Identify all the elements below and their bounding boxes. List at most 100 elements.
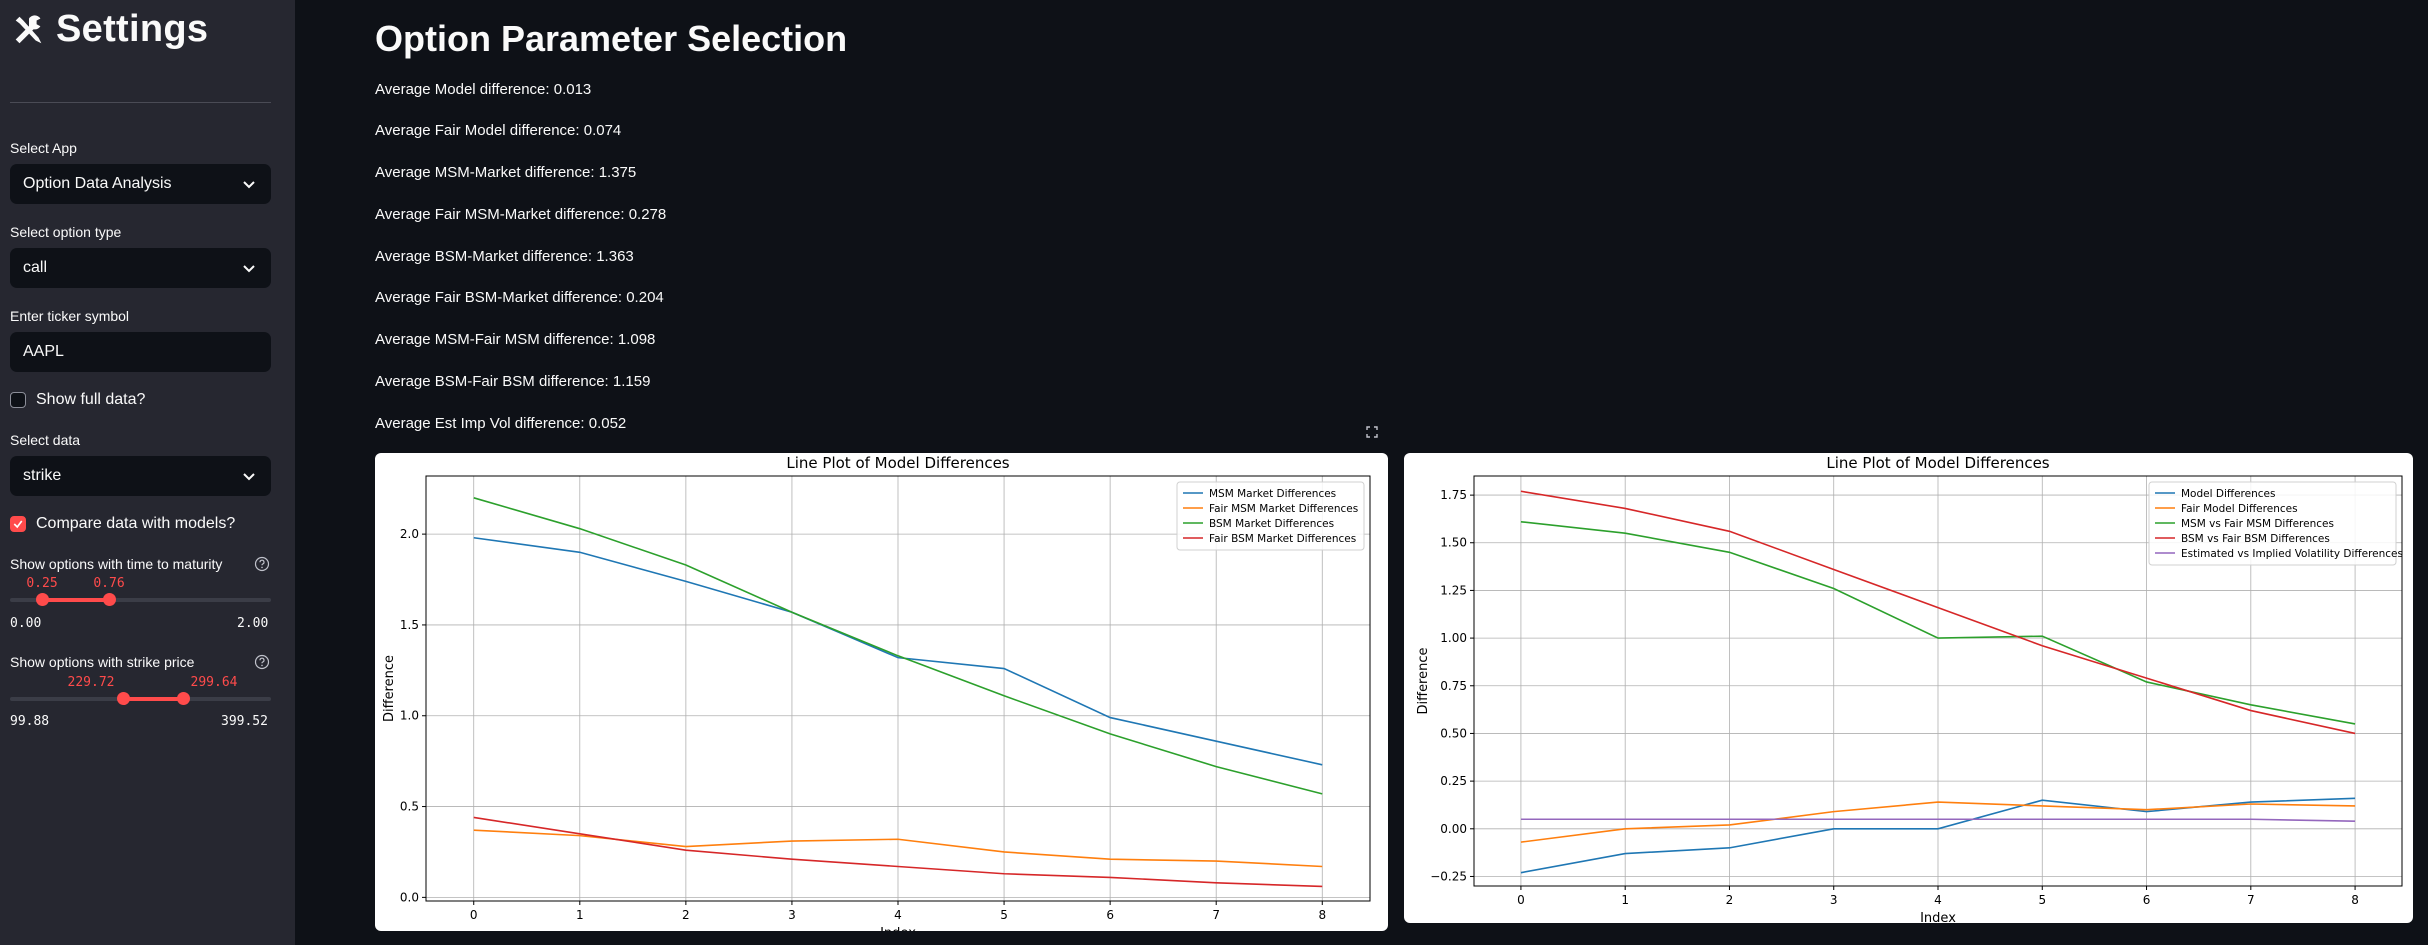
y-tick-label: 1.50 [1440,536,1467,550]
x-tick-label: 4 [1934,893,1942,907]
stat-line: Average Est Imp Vol difference: 0.052 [375,415,627,432]
x-tick-label: 2 [682,908,690,922]
compare-models-checkbox[interactable]: Compare data with models? [10,515,235,533]
y-tick-label: 1.00 [1440,631,1467,645]
compare-models-label: Compare data with models? [36,515,236,532]
maturity-low-thumb[interactable] [36,593,49,606]
maturity-low-value: 0.25 [26,576,58,591]
x-tick-label: 7 [2247,893,2255,907]
x-axis-label: Index [1920,911,1956,923]
maturity-high-value: 0.76 [93,576,125,591]
select-app-dropdown[interactable]: Option Data Analysis [10,164,271,204]
y-tick-label: 0.25 [1440,774,1467,788]
x-tick-label: 3 [788,908,796,922]
chart-right: Line Plot of Model Differences 0 1 2 3 4 5 6 7 8 −… [1404,453,2413,923]
chevron-down-icon [243,265,255,273]
x-tick-label: 6 [2143,893,2151,907]
maturity-max: 2.00 [237,616,269,631]
y-axis-label: Difference [1416,647,1431,714]
legend-label: Fair BSM Market Differences [1209,533,1356,545]
x-axis-label: Index [880,926,916,931]
chart-title: Line Plot of Model Differences [1826,454,2049,472]
maturity-high-thumb[interactable] [103,593,116,606]
legend-label: MSM Market Differences [1209,488,1336,500]
select-data-label: Select data [10,432,81,448]
select-app-label: Select App [10,140,77,156]
y-tick-label: 0.00 [1440,822,1467,836]
chart-title: Line Plot of Model Differences [786,454,1009,472]
strike-slider-track[interactable] [10,692,271,705]
sidebar-divider [10,102,271,103]
sidebar-title: Settings [10,8,208,51]
strike-slider-fill [123,697,183,701]
legend-label: BSM Market Differences [1209,518,1334,530]
strike-high-thumb[interactable] [177,692,190,705]
x-tick-label: 2 [1726,893,1734,907]
x-tick-label: 1 [576,908,584,922]
stat-line: Average Fair BSM-Market difference: 0.20… [375,289,664,306]
maturity-min: 0.00 [10,616,42,631]
strike-max: 399.52 [221,714,268,729]
x-tick-label: 5 [1000,908,1008,922]
stat-line: Average Fair MSM-Market difference: 0.27… [375,206,667,223]
x-tick-label: 1 [1621,893,1629,907]
x-tick-label: 8 [2351,893,2359,907]
legend-label: Fair MSM Market Differences [1209,503,1358,515]
x-tick-label: 0 [470,908,478,922]
chart-left-svg: Line Plot of Model Differences 0 1 2 3 4 5 6 7 8 0… [382,454,1371,931]
y-tick-label: 1.0 [400,709,419,723]
sidebar-title-text: Settings [56,8,209,50]
stat-line: Average Fair Model difference: 0.074 [375,122,622,139]
stat-line: Average MSM-Fair MSM difference: 1.098 [375,331,656,348]
ticker-label: Enter ticker symbol [10,308,130,324]
x-tick-label: 6 [1106,908,1114,922]
y-tick-label: 2.0 [400,527,419,541]
x-tick-label: 4 [894,908,902,922]
fullscreen-icon[interactable] [1364,424,1380,440]
strike-high-value: 299.64 [190,675,238,690]
show-full-data-checkbox[interactable]: Show full data? [10,391,145,409]
help-icon[interactable] [254,654,270,670]
help-icon[interactable] [254,556,270,572]
chevron-down-icon [243,473,255,481]
tools-icon [15,14,42,43]
x-tick-label: 7 [1212,908,1220,922]
show-full-data-label: Show full data? [36,391,146,408]
select-data-dropdown[interactable]: strike [10,456,271,496]
y-axis-label: Difference [382,655,397,722]
strike-low-value: 229.72 [67,675,115,690]
strike-slider-label: Show options with strike price [10,654,195,670]
y-tick-label: −0.25 [1430,869,1467,883]
y-tick-label: 1.75 [1440,488,1467,502]
maturity-slider-track[interactable] [10,593,271,606]
maturity-slider-label: Show options with time to maturity [10,556,223,572]
y-tick-label: 1.25 [1440,583,1467,597]
stat-line: Average BSM-Market difference: 1.363 [375,248,634,265]
chart-right-svg: Line Plot of Model Differences 0 1 2 3 4 5 6 7 8 −… [1416,454,2403,923]
y-tick-label: 0.0 [400,890,419,904]
select-data-value: strike [23,467,62,484]
checkbox-box-checked[interactable] [10,516,26,532]
x-tick-label: 3 [1830,893,1838,907]
strike-min: 99.88 [10,714,50,729]
x-tick-label: 8 [1318,908,1326,922]
stat-line: Average MSM-Market difference: 1.375 [375,164,637,181]
ticker-input-value: AAPL [23,343,64,360]
checkbox-box[interactable] [10,392,26,408]
stat-line: Average Model difference: 0.013 [375,81,592,98]
x-tick-label: 5 [2038,893,2046,907]
y-tick-label: 1.5 [400,618,419,632]
maturity-slider-fill [42,598,109,602]
legend-label: MSM vs Fair MSM Differences [2181,518,2334,530]
strike-low-thumb[interactable] [117,692,130,705]
y-tick-label: 0.75 [1440,679,1467,693]
chart-left: Line Plot of Model Differences 0 1 2 3 4 5 6 7 8 0… [375,453,1388,931]
chevron-down-icon [243,181,255,189]
select-app-value: Option Data Analysis [23,175,172,192]
stat-line: Average BSM-Fair BSM difference: 1.159 [375,373,651,390]
ticker-input[interactable]: AAPL [10,332,271,372]
checkmark-icon [13,520,23,529]
option-type-dropdown[interactable]: call [10,248,271,288]
sidebar: Settings Select App Option Data Analysis… [0,0,295,945]
y-tick-label: 0.50 [1440,726,1467,740]
